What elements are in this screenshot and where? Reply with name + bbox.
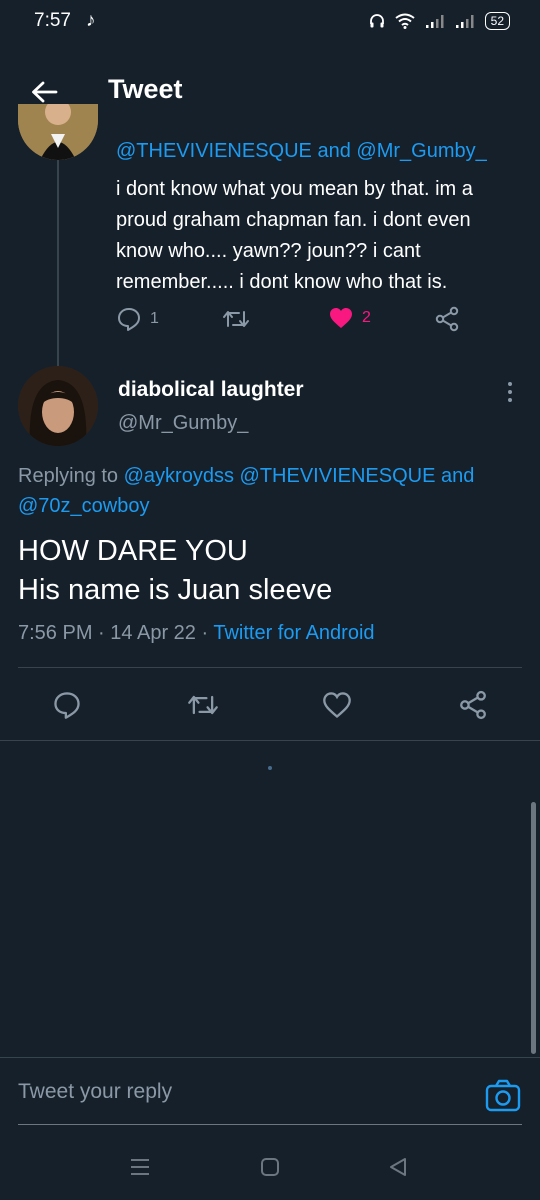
mention-link[interactable]: @THEVIVIENESQUE — [240, 465, 436, 487]
more-options-button[interactable] — [498, 378, 522, 406]
meta-separator: · — [98, 622, 105, 644]
arrow-left-icon — [32, 81, 58, 103]
camera-icon — [485, 1079, 521, 1112]
share-icon — [435, 306, 459, 332]
share-button[interactable] — [456, 688, 490, 722]
tweet-text-line: His name is Juan sleeve — [18, 574, 333, 606]
tweet-text: HOW DARE YOU His name is Juan sleeve — [18, 532, 332, 610]
prev-tweet-text: i dont know what you mean by that. im a … — [116, 178, 473, 293]
heart-icon — [330, 308, 352, 328]
prev-reply-button[interactable]: 1 — [116, 306, 159, 332]
reply-button[interactable] — [50, 688, 84, 722]
replying-to-line: Replying to @aykroydss @THEVIVIENESQUE a… — [18, 461, 518, 521]
signal-icon — [425, 15, 444, 28]
author-handle[interactable]: @Mr_Gumby_ — [118, 412, 248, 435]
tweet-client-link[interactable]: Twitter for Android — [213, 622, 374, 644]
mention-link[interactable]: @aykroydss — [124, 465, 234, 487]
music-note-icon: ♪ — [86, 10, 96, 31]
status-icons: 52 — [369, 12, 510, 30]
battery-indicator: 52 — [484, 12, 510, 30]
menu-icon — [131, 1159, 149, 1175]
tweet-date[interactable]: 14 Apr 22 — [110, 622, 196, 644]
mention-link[interactable]: @THEVIVIENESQUE — [116, 140, 312, 162]
reply-input-underline — [18, 1124, 522, 1125]
tweet-meta: 7:56 PM · 14 Apr 22 · Twitter for Androi… — [18, 622, 375, 645]
divider — [18, 667, 522, 668]
prev-replying-cutoff — [116, 118, 121, 128]
prev-like-button[interactable]: 2 — [328, 306, 371, 330]
retweet-button[interactable] — [186, 688, 220, 722]
reply-input[interactable] — [18, 1080, 458, 1104]
home-square-icon — [261, 1158, 279, 1176]
camera-button[interactable] — [484, 1078, 522, 1114]
wifi-icon — [395, 13, 415, 29]
retweet-icon — [223, 311, 249, 327]
divider — [0, 740, 540, 741]
triangle-back-icon — [390, 1158, 406, 1176]
replying-joiner: and — [317, 140, 351, 162]
thread-connector — [57, 160, 59, 370]
tweet-text-line: HOW DARE YOU — [18, 535, 248, 567]
reply-count: 1 — [150, 310, 159, 327]
like-button[interactable] — [320, 688, 354, 722]
kebab-menu-icon — [508, 382, 512, 386]
author-display-name[interactable]: diabolical laughter — [118, 378, 304, 402]
nav-home-button[interactable] — [250, 1150, 290, 1184]
prev-retweet-button[interactable] — [222, 306, 250, 332]
mention-link[interactable]: @70z_cowboy — [18, 495, 149, 517]
mention-link[interactable]: @Mr_Gumby_ — [356, 140, 486, 162]
divider — [0, 1057, 540, 1058]
nav-back-button[interactable] — [378, 1150, 418, 1184]
scrollbar[interactable] — [531, 802, 536, 1054]
nav-menu-button[interactable] — [120, 1150, 160, 1184]
prev-share-button[interactable] — [434, 306, 460, 332]
like-count: 2 — [362, 309, 371, 326]
signal-icon-2 — [455, 15, 474, 28]
replying-prefix: Replying to — [18, 465, 119, 487]
share-icon — [460, 690, 486, 720]
prev-tweet-avatar[interactable] — [18, 104, 98, 160]
speech-bubble-icon — [54, 692, 80, 719]
headphones-icon — [369, 14, 384, 28]
author-avatar[interactable] — [18, 366, 98, 446]
page-title: Tweet — [108, 74, 183, 104]
prev-replying-to: @THEVIVIENESQUE and @Mr_Gumby_ — [116, 140, 487, 163]
speech-bubble-icon — [118, 308, 140, 331]
heart-icon — [323, 692, 351, 719]
loading-indicator — [268, 766, 272, 770]
meta-separator: · — [201, 622, 209, 644]
replying-joiner: and — [441, 465, 475, 487]
status-time: 7:57 — [34, 10, 71, 31]
retweet-icon — [188, 695, 218, 715]
tweet-time[interactable]: 7:56 PM — [18, 622, 92, 644]
